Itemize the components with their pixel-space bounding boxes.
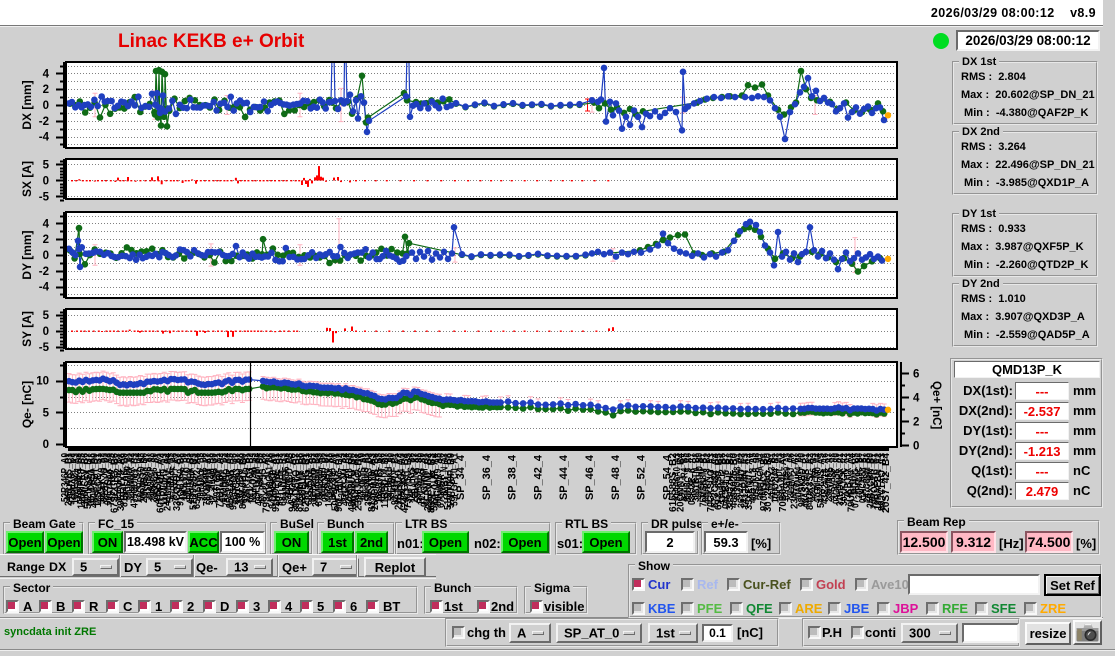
svg-text:SX [A]: SX [A]	[20, 161, 34, 197]
svg-text:SP_52_4: SP_52_4	[636, 454, 648, 500]
svg-text:0: 0	[913, 441, 919, 453]
svg-text:0: 0	[43, 250, 49, 262]
svg-text:SP_42_4: SP_42_4	[532, 454, 544, 500]
svg-text:0: 0	[43, 439, 49, 451]
svg-text:DX [mm]: DX [mm]	[20, 80, 34, 129]
svg-text:SP_44_4: SP_44_4	[558, 454, 570, 500]
svg-text:5: 5	[43, 407, 50, 419]
svg-text:6: 6	[913, 369, 919, 381]
svg-text:SP_34_4: SP_34_4	[455, 454, 467, 500]
svg-text:-5: -5	[39, 342, 50, 354]
svg-text:5: 5	[43, 160, 50, 172]
svg-text:SY [A]: SY [A]	[20, 311, 34, 347]
svg-text:-4: -4	[39, 282, 50, 294]
svg-text:4: 4	[43, 218, 50, 230]
svg-text:5: 5	[43, 310, 50, 322]
svg-text:DY [mm]: DY [mm]	[20, 230, 34, 279]
svg-text:4: 4	[43, 68, 50, 80]
svg-text:0: 0	[43, 176, 49, 188]
svg-text:10: 10	[36, 376, 49, 388]
svg-text:-5: -5	[39, 192, 50, 204]
svg-text:-2: -2	[39, 266, 49, 278]
svg-text:0: 0	[43, 326, 49, 338]
svg-text:Qe- [nC]: Qe- [nC]	[20, 381, 34, 428]
svg-text:0: 0	[43, 100, 49, 112]
svg-text:-2: -2	[39, 116, 49, 128]
svg-text:-4: -4	[39, 132, 50, 144]
svg-text:Qe+ [nC]: Qe+ [nC]	[930, 381, 942, 429]
svg-text:2: 2	[43, 84, 49, 96]
svg-text:2: 2	[43, 234, 49, 246]
svg-text:4: 4	[913, 393, 920, 405]
svg-text:SP_36_4: SP_36_4	[481, 454, 493, 500]
svg-text:SP_46_4: SP_46_4	[584, 454, 596, 500]
svg-text:SP_48_4: SP_48_4	[610, 454, 622, 500]
svg-text:SP_38_4: SP_38_4	[507, 454, 519, 500]
svg-text:2: 2	[913, 417, 919, 429]
svg-text:20S7_42_B4: 20S7_42_B4	[880, 453, 892, 513]
